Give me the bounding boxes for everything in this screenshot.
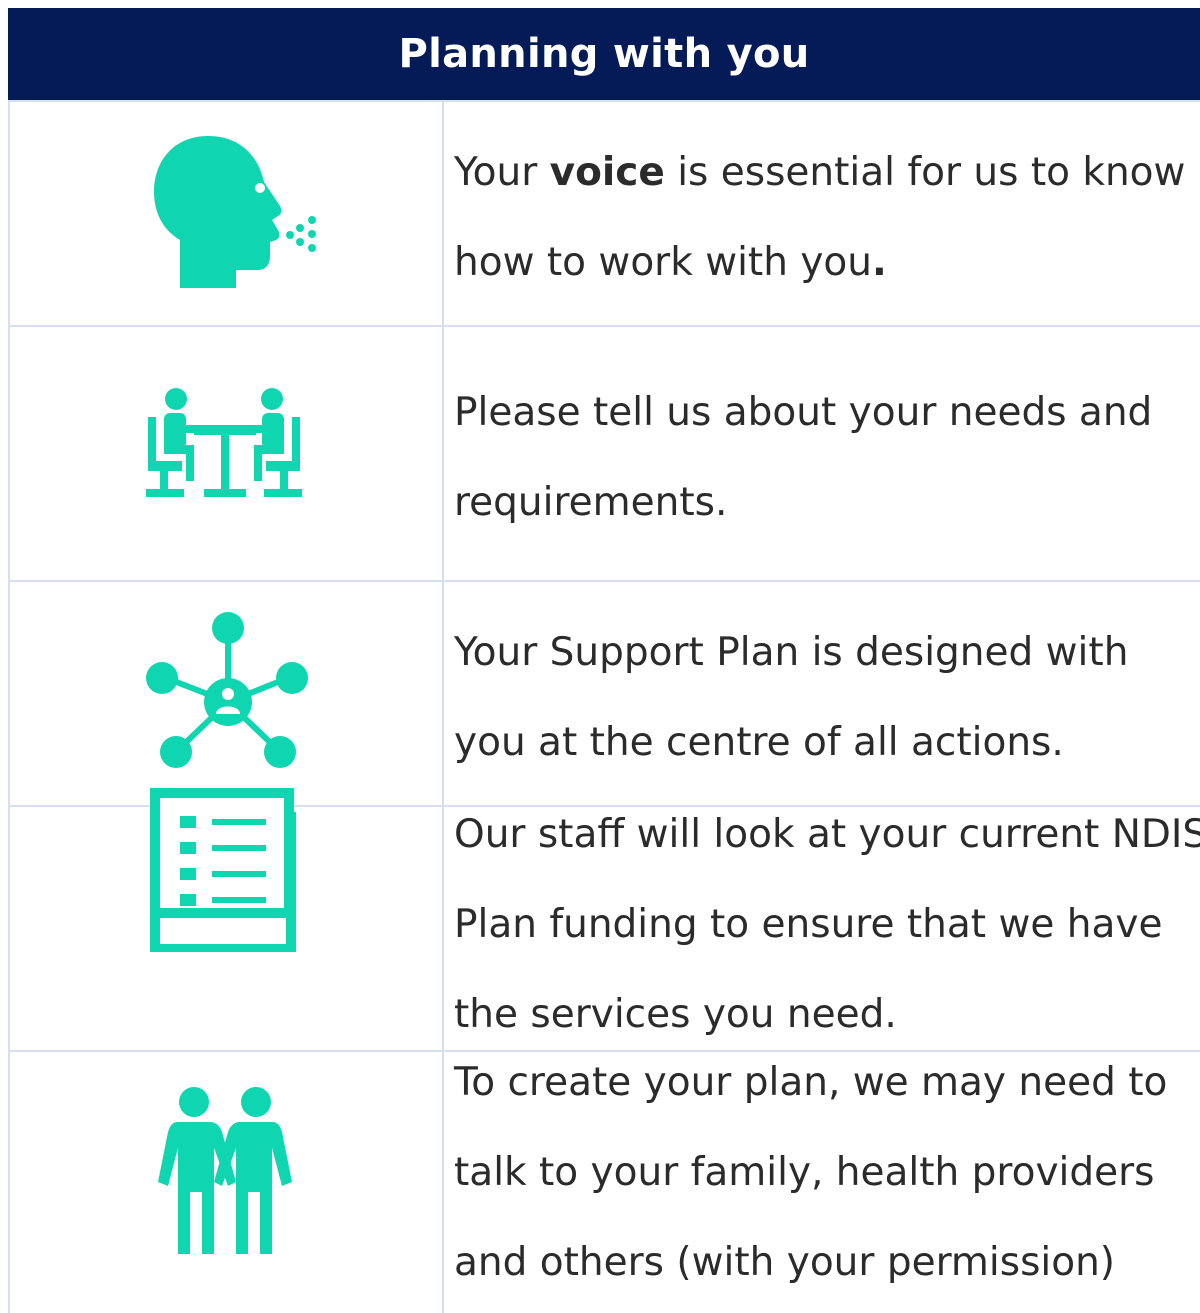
text-cell: To create your plan, we may need to talk… <box>454 1052 1200 1313</box>
icon-cell <box>8 102 442 325</box>
table-header: Planning with you <box>8 8 1200 100</box>
planning-table: Planning with you Your voice is essentia… <box>8 8 1200 1313</box>
text-line: talk to your family, health providers <box>454 1150 1155 1195</box>
text-cell: Please tell us about your needs and requ… <box>454 327 1200 580</box>
text-line: the services you need. <box>454 992 897 1037</box>
table-row: Your Support Plan is designed with you a… <box>8 580 1200 805</box>
icon-cell <box>8 582 442 805</box>
table-row: To create your plan, we may need to talk… <box>8 1050 1200 1313</box>
bold-word-voice: voice <box>549 150 665 195</box>
text-segment: is essential for us to know <box>664 150 1186 195</box>
text-segment: Your <box>454 150 550 195</box>
icon-cell <box>8 1052 442 1313</box>
text-cell: Your voice is essential for us to know h… <box>454 102 1200 325</box>
text-cell: Your Support Plan is designed with you a… <box>454 582 1200 805</box>
text-line: and others (with your permission) <box>454 1240 1116 1285</box>
table-title: Planning with you <box>398 31 810 77</box>
text-line: requirements. <box>454 480 728 525</box>
text-line: Our staff will look at your current NDIS <box>454 812 1200 857</box>
icon-cell <box>8 327 442 580</box>
checklist-icon-body <box>150 788 294 918</box>
text-segment: how to work with you <box>454 240 872 285</box>
bold-period: . <box>872 240 887 285</box>
text-line: Please tell us about your needs and <box>454 390 1153 435</box>
text-line: To create your plan, we may need to <box>454 1060 1168 1105</box>
text-line: Your Support Plan is designed with <box>454 630 1129 675</box>
meeting-at-table-icon <box>146 388 302 497</box>
column-divider <box>442 100 444 1313</box>
table-row: Your voice is essential for us to know h… <box>8 100 1200 325</box>
two-people-holding-hands-icon <box>158 1087 292 1254</box>
text-line: Your voice is essential for us to know <box>454 150 1185 195</box>
table-row: Please tell us about your needs and requ… <box>8 325 1200 580</box>
text-cell: Our staff will look at your current NDIS… <box>454 807 1200 1050</box>
text-line: Plan funding to ensure that we have <box>454 902 1163 947</box>
text-line: how to work with you. <box>454 240 887 285</box>
person-centred-network-icon <box>146 612 308 768</box>
text-line: you at the centre of all actions. <box>454 720 1064 765</box>
speaking-head-icon <box>154 136 316 288</box>
